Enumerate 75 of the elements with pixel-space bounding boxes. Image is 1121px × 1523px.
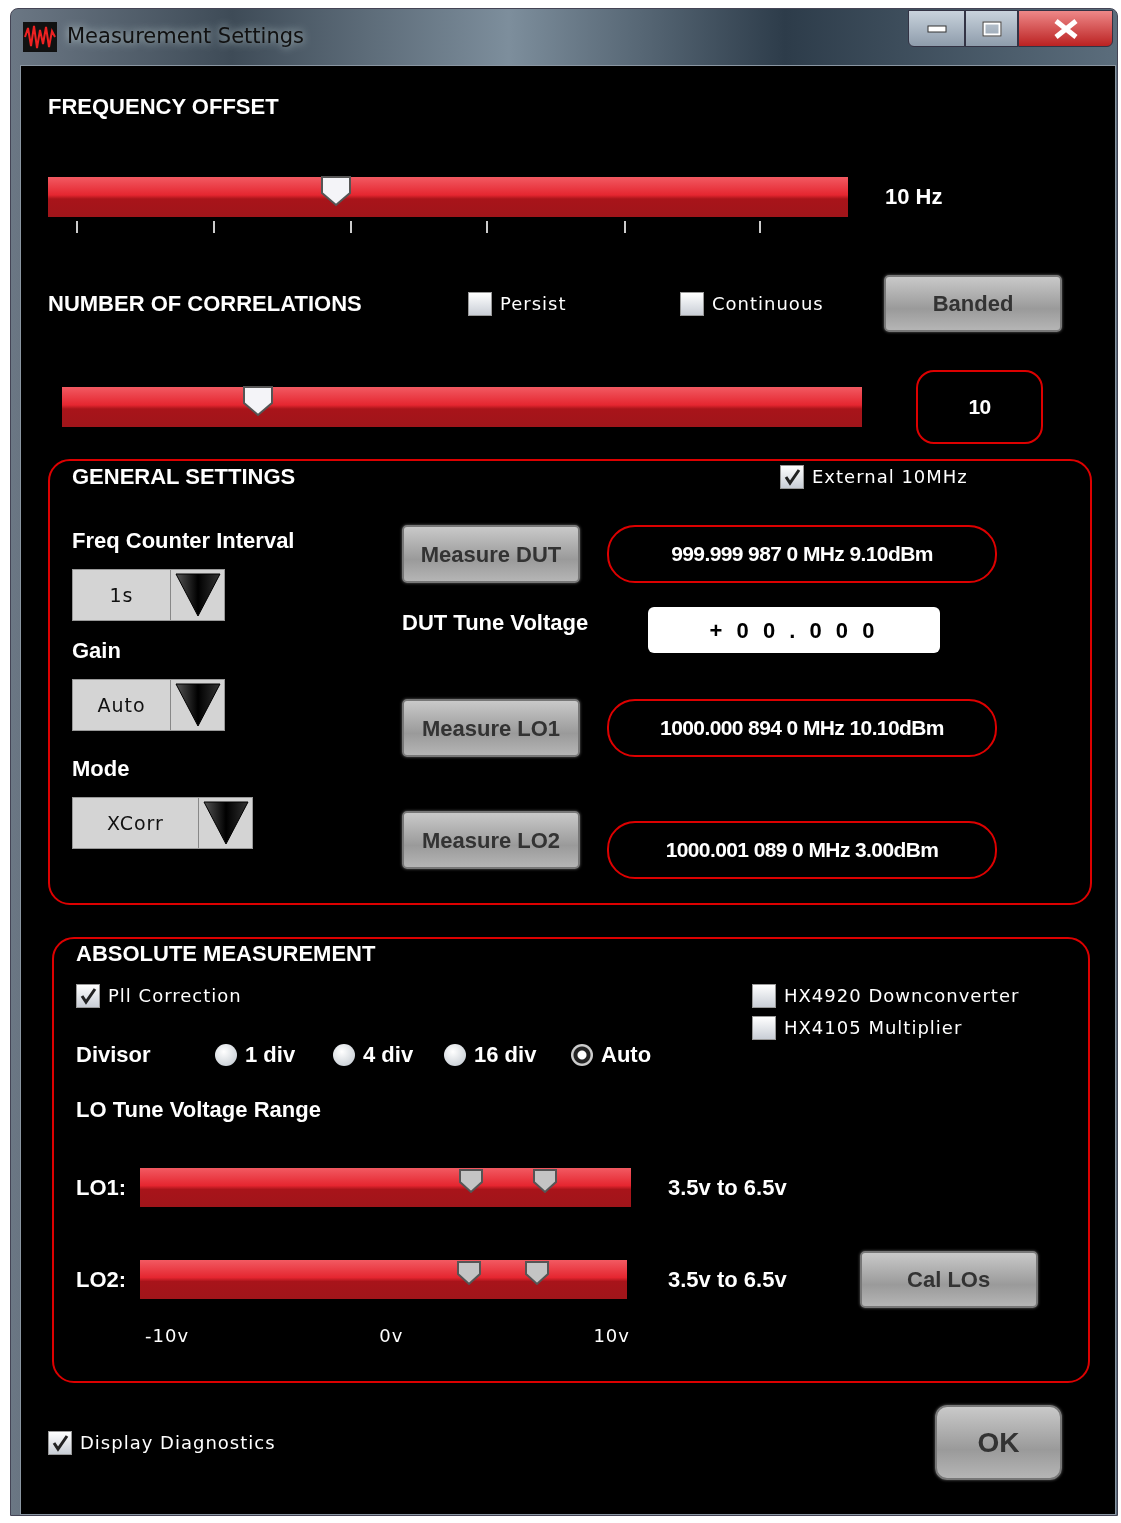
caret-icon [173, 682, 222, 728]
checkbox[interactable] [752, 984, 776, 1008]
radio-button[interactable] [571, 1044, 593, 1066]
section-title: GENERAL SETTINGS [72, 464, 297, 490]
correlation-count-field[interactable]: 10 [916, 370, 1043, 444]
checkbox[interactable] [680, 291, 704, 316]
slider-thumb[interactable] [242, 385, 274, 417]
minimize-icon [926, 24, 947, 33]
field-label: Mode [72, 756, 130, 782]
close-icon [1052, 18, 1079, 39]
radio-button[interactable] [444, 1044, 466, 1066]
radio-button[interactable] [215, 1044, 237, 1066]
slider-thumb[interactable] [455, 1260, 482, 1286]
axis-label: 10v [593, 1325, 630, 1347]
checkbox[interactable] [48, 1430, 72, 1455]
checkbox-label: Persist [500, 292, 567, 315]
checkbox[interactable] [752, 1016, 776, 1040]
checkbox[interactable] [468, 291, 492, 316]
checkbox-label: Display Diagnostics [80, 1431, 276, 1454]
checkbox-label: HX4920 Downconverter [784, 985, 1020, 1007]
slider-track[interactable] [62, 387, 862, 427]
measure-button[interactable]: Measure LO2 [402, 811, 580, 869]
reading-field: 999.999 987 0 MHz 9.10dBm [607, 525, 997, 583]
dropdown[interactable]: XCorr [72, 797, 253, 849]
checkbox[interactable] [780, 465, 804, 489]
caret-icon [173, 572, 222, 618]
slider-track[interactable] [48, 177, 848, 217]
cal-los-button[interactable]: Cal LOs [859, 1251, 1038, 1308]
radio-label: 16 div [474, 1042, 537, 1068]
dropdown[interactable]: 1s [72, 569, 225, 621]
banded-button[interactable]: Banded [884, 275, 1062, 332]
checkbox-label: Continuous [712, 292, 824, 315]
radio-label: 1 div [245, 1042, 296, 1068]
maximize-button[interactable] [965, 10, 1018, 47]
reading-field: 1000.001 089 0 MHz 3.00dBm [607, 821, 997, 879]
slider-thumb[interactable] [523, 1260, 550, 1286]
section-title: ABSOLUTE MEASUREMENT [76, 941, 377, 967]
ok-button[interactable]: OK [935, 1405, 1062, 1480]
checkbox-label: External 10MHz [812, 466, 968, 488]
range-label: LO2: [76, 1266, 128, 1293]
slider-thumb[interactable] [320, 175, 352, 207]
checkbox-label: Pll Correction [108, 985, 242, 1007]
slider-thumb[interactable] [458, 1168, 485, 1194]
close-button[interactable] [1018, 10, 1113, 47]
reading-field: 1000.000 894 0 MHz 10.10dBm [607, 699, 997, 757]
maximize-icon [981, 20, 1002, 37]
field-label: LO Tune Voltage Range [76, 1097, 322, 1123]
caret-icon [201, 800, 250, 846]
axis-label: 0v [379, 1325, 404, 1347]
range-slider-track[interactable] [140, 1260, 627, 1299]
range-slider-track[interactable] [140, 1168, 631, 1207]
range-label: LO1: [76, 1174, 128, 1201]
radio-label: Auto [601, 1042, 652, 1068]
axis-label: -10v [145, 1325, 190, 1347]
slider-thumb[interactable] [532, 1168, 559, 1194]
measure-button[interactable]: Measure DUT [402, 525, 580, 583]
field-label: Gain [72, 638, 121, 664]
measure-button[interactable]: Measure LO1 [402, 699, 580, 757]
minimize-button[interactable] [908, 10, 965, 47]
dropdown[interactable]: Auto [72, 679, 225, 731]
section-title: FREQUENCY OFFSET [48, 94, 280, 120]
voltage-input-field[interactable]: + 0 0 . 0 0 0 [648, 607, 940, 653]
field-label: Divisor [76, 1042, 152, 1068]
checkbox[interactable] [76, 984, 100, 1008]
field-label: DUT Tune Voltage [402, 610, 589, 636]
range-reading: 3.5v to 6.5v [668, 1174, 787, 1201]
radio-button[interactable] [333, 1044, 355, 1066]
radio-label: 4 div [363, 1042, 414, 1068]
section-title: NUMBER OF CORRELATIONS [48, 290, 363, 317]
checkbox-label: HX4105 Multiplier [784, 1017, 963, 1039]
app-icon [23, 22, 57, 52]
range-reading: 3.5v to 6.5v [668, 1266, 787, 1293]
slider-value: 10 Hz [885, 184, 943, 210]
field-label: Freq Counter Interval [72, 528, 295, 554]
window-title: Measurement Settings [67, 23, 304, 51]
